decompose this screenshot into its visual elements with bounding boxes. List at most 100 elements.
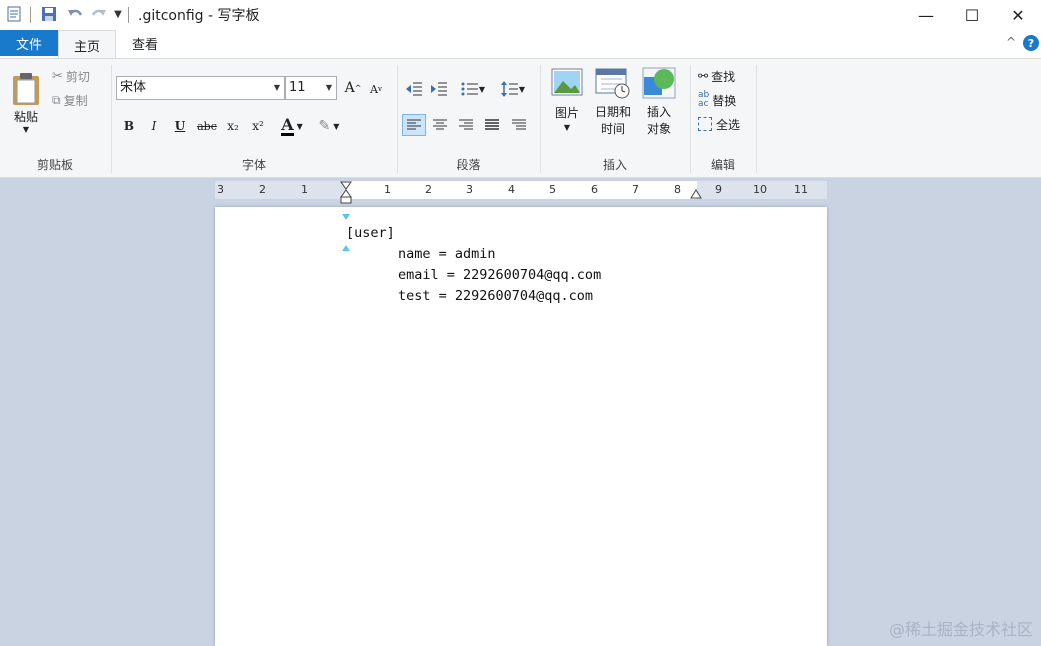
paragraph-settings-icon[interactable] xyxy=(508,114,530,136)
replace-label: 替换 xyxy=(712,93,737,108)
calendar-clock-icon xyxy=(595,68,630,99)
close-button[interactable]: ✕ xyxy=(995,0,1041,30)
group-label-paragraph: 段落 xyxy=(456,158,481,172)
first-line-indent-marker-icon[interactable] xyxy=(340,181,352,205)
copy-label: 复制 xyxy=(63,93,88,108)
align-left-icon[interactable] xyxy=(402,114,426,136)
maximize-button[interactable]: ☐ xyxy=(949,0,995,30)
dropdown-arrow-icon: ▼ xyxy=(296,121,303,131)
shrink-font-icon[interactable]: Av xyxy=(368,81,384,97)
copy-button[interactable]: ⧉ 复制 xyxy=(52,91,88,109)
insert-datetime-button[interactable]: 日期和 时间 xyxy=(592,67,634,147)
paragraph-marker-icon xyxy=(342,245,350,251)
replace-button[interactable]: ab ac 替换 xyxy=(698,91,736,109)
strikethrough-button[interactable]: abc xyxy=(195,117,219,135)
superscript-button[interactable]: x² xyxy=(248,117,268,135)
paste-label: 粘贴 xyxy=(13,110,38,124)
select-all-button[interactable]: 全选 xyxy=(698,115,740,133)
document-page[interactable]: [user] name = admin email = 2292600704@q… xyxy=(215,207,827,646)
ruler-label: 3 xyxy=(217,183,224,196)
bold-button[interactable]: B xyxy=(120,117,138,135)
dropdown-arrow-icon: ▼ xyxy=(563,123,571,132)
ruler-label: 2 xyxy=(259,183,266,196)
binoculars-icon: ⚯ xyxy=(698,69,709,83)
cut-label: 剪切 xyxy=(65,69,90,84)
justify-icon[interactable] xyxy=(481,114,503,136)
save-icon[interactable] xyxy=(40,5,58,23)
object-icon xyxy=(642,67,676,99)
document-line[interactable]: [user] xyxy=(346,225,395,241)
text-color-button[interactable]: A ▼ xyxy=(276,115,308,137)
watermark: @稀土掘金技术社区 xyxy=(888,620,1033,639)
tab-view[interactable]: 查看 xyxy=(118,30,172,57)
document-line[interactable]: email = 2292600704@qq.com xyxy=(398,267,601,283)
document-line[interactable]: name = admin xyxy=(398,246,496,262)
group-label-font: 字体 xyxy=(241,158,266,172)
bullet-list-icon xyxy=(461,82,478,96)
underline-button[interactable]: U xyxy=(171,117,189,135)
list-button[interactable]: ▼ xyxy=(457,79,489,99)
group-label-clipboard: 剪贴板 xyxy=(36,158,73,172)
window-title: .gitconfig - 写字板 xyxy=(138,8,260,24)
decrease-indent-icon[interactable] xyxy=(404,79,424,99)
ruler-label: 3 xyxy=(466,183,473,196)
ruler-label: 11 xyxy=(794,183,808,196)
insert-object-button[interactable]: 插入 对象 xyxy=(638,67,680,147)
title-bar: ▼ .gitconfig - 写字板 — ☐ ✕ xyxy=(0,0,1041,30)
minimize-button[interactable]: — xyxy=(903,0,949,30)
datetime-label-line-1: 日期和 xyxy=(594,105,631,119)
ruler-margin-left xyxy=(215,181,346,199)
collapse-ribbon-icon[interactable]: ^ xyxy=(1006,35,1016,49)
paste-button[interactable]: 粘贴 ▼ xyxy=(6,65,46,141)
undo-icon[interactable] xyxy=(66,5,84,23)
highlighter-icon: ✎ xyxy=(318,118,331,134)
font-family-value: 宋体 xyxy=(120,80,147,95)
ruler-label: 9 xyxy=(715,183,722,196)
subscript-button[interactable]: x₂ xyxy=(223,117,243,135)
object-label-line-2: 对象 xyxy=(646,122,671,136)
line-spacing-icon xyxy=(500,81,518,97)
dropdown-arrow-icon: ▼ xyxy=(325,83,332,92)
dropdown-arrow-icon: ▼ xyxy=(273,83,280,92)
select-all-icon xyxy=(698,117,712,131)
group-label-editing: 编辑 xyxy=(710,158,735,172)
find-button[interactable]: ⚯ 查找 xyxy=(698,67,735,85)
align-right-icon[interactable] xyxy=(455,114,477,136)
dropdown-arrow-icon: ▼ xyxy=(22,125,30,134)
customize-toolbar-icon[interactable]: ▼ xyxy=(112,5,124,23)
picture-icon xyxy=(551,68,583,96)
redo-icon[interactable] xyxy=(90,5,108,23)
ruler-label: 10 xyxy=(753,183,767,196)
grow-font-icon[interactable]: A ^ xyxy=(344,79,362,97)
highlight-button[interactable]: ✎ ▼ xyxy=(313,115,345,137)
ribbon-tabs: 文件 主页 查看 ^ ? xyxy=(0,30,1041,59)
font-family-select[interactable]: 宋体 ▼ xyxy=(116,76,285,100)
increase-indent-icon[interactable] xyxy=(429,79,449,99)
right-indent-marker-icon[interactable] xyxy=(690,189,702,199)
replace-icon: ab ac xyxy=(698,90,710,109)
cut-button[interactable]: ✂ 剪切 xyxy=(52,67,90,85)
ruler-label: 5 xyxy=(549,183,556,196)
ribbon: 粘贴 ▼ ✂ 剪切 ⧉ 复制 剪贴板 宋体 ▼ 11 ▼ A ^ Av B I U… xyxy=(0,58,1041,178)
ruler[interactable]: 3 2 1 1 2 3 4 5 6 7 8 9 10 11 xyxy=(215,181,827,204)
help-icon[interactable]: ? xyxy=(1023,35,1039,51)
picture-label: 图片 xyxy=(554,106,579,120)
app-icon[interactable] xyxy=(6,5,22,23)
insert-picture-button[interactable]: 图片 ▼ xyxy=(546,67,588,147)
tab-home[interactable]: 主页 xyxy=(58,30,116,59)
italic-button[interactable]: I xyxy=(145,117,163,135)
object-label-line-1: 插入 xyxy=(646,105,671,119)
font-size-value: 11 xyxy=(289,80,306,95)
divider xyxy=(30,7,31,23)
group-label-insert: 插入 xyxy=(602,158,627,172)
paragraph-marker-icon xyxy=(342,214,350,220)
ruler-label: 1 xyxy=(384,183,391,196)
line-spacing-button[interactable]: ▼ xyxy=(498,79,528,99)
font-size-select[interactable]: 11 ▼ xyxy=(285,76,337,100)
text-color-icon: A xyxy=(281,114,294,136)
document-line[interactable]: test = 2292600704@qq.com xyxy=(398,288,593,304)
copy-icon: ⧉ xyxy=(52,92,61,107)
align-center-icon[interactable] xyxy=(429,114,451,136)
tab-file[interactable]: 文件 xyxy=(0,30,58,56)
group-divider xyxy=(756,65,757,173)
